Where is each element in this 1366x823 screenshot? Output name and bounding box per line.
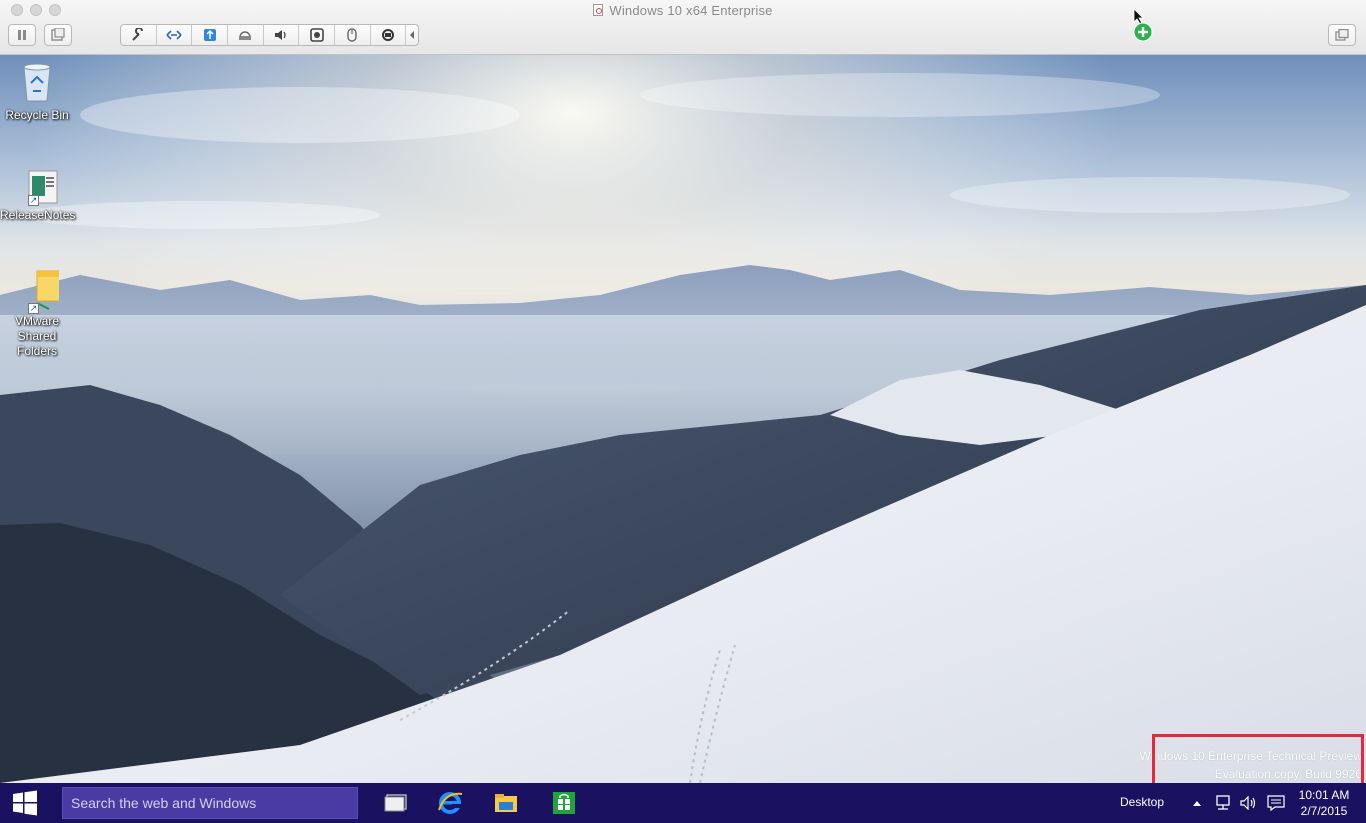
window-title-text: Windows 10 x64 Enterprise bbox=[609, 3, 773, 18]
chevron-up-icon bbox=[1193, 801, 1201, 806]
desktop-icon-release-notes[interactable]: ↗ ReleaseNotes bbox=[0, 169, 76, 223]
notification-icon bbox=[1267, 795, 1285, 811]
task-view-button[interactable] bbox=[372, 783, 420, 823]
highlight-box bbox=[1152, 734, 1364, 783]
shortcut-arrow-icon: ↗ bbox=[28, 195, 39, 206]
show-hidden-icons-button[interactable] bbox=[1188, 783, 1206, 823]
recycle-bin-icon bbox=[23, 63, 51, 102]
search-input[interactable]: Search the web and Windows bbox=[62, 787, 358, 819]
mouse-icon[interactable] bbox=[335, 25, 370, 45]
file-explorer-icon bbox=[495, 794, 517, 812]
suspend-button[interactable] bbox=[8, 24, 36, 46]
collapse-toolbar-icon[interactable] bbox=[406, 25, 418, 45]
guest-desktop[interactable]: Recycle Bin ↗ ReleaseNotes ↗ VMware Shar… bbox=[0, 55, 1366, 783]
vm-device-toolbar bbox=[120, 24, 419, 46]
task-view-icon bbox=[384, 794, 407, 812]
hdd-icon[interactable] bbox=[228, 25, 263, 45]
file-explorer-button[interactable] bbox=[482, 783, 530, 823]
network-tray-button[interactable] bbox=[1212, 783, 1234, 823]
camera-icon[interactable] bbox=[299, 25, 334, 45]
vmware-shared-folders-label: VMware Shared Folders bbox=[14, 314, 59, 358]
store-button[interactable] bbox=[540, 783, 588, 823]
speaker-icon bbox=[1240, 796, 1256, 810]
windows-logo-icon bbox=[13, 790, 37, 816]
desktop-toolbar-label[interactable]: Desktop bbox=[1120, 795, 1164, 809]
speaker-icon[interactable] bbox=[264, 25, 299, 45]
clock-time: 10:01 AM bbox=[1298, 788, 1350, 802]
snapshot-button[interactable] bbox=[44, 24, 72, 46]
network-icon bbox=[1216, 795, 1230, 810]
vm-window-titlebar: Windows 10 x64 Enterprise bbox=[0, 0, 1366, 55]
search-placeholder: Search the web and Windows bbox=[71, 795, 257, 811]
internet-explorer-icon bbox=[438, 792, 463, 814]
release-notes-label: ReleaseNotes bbox=[0, 208, 76, 222]
vm-document-icon bbox=[593, 4, 604, 16]
mouse-cursor-add-icon bbox=[1133, 8, 1153, 42]
clock-date: 2/7/2015 bbox=[1300, 804, 1348, 818]
pause-icon bbox=[18, 30, 26, 40]
window-switch-icon bbox=[1335, 29, 1349, 41]
desktop-icon-recycle-bin[interactable]: Recycle Bin bbox=[0, 61, 74, 123]
shortcut-arrow-icon: ↗ bbox=[28, 303, 39, 314]
internet-explorer-button[interactable] bbox=[426, 783, 474, 823]
snapshot-icon bbox=[51, 28, 65, 41]
clock[interactable]: 10:01 AM 2/7/2015 bbox=[1296, 787, 1352, 819]
start-button[interactable] bbox=[0, 783, 50, 823]
window-title: Windows 10 x64 Enterprise bbox=[0, 3, 1366, 18]
wallpaper-mountains-image bbox=[0, 55, 1366, 783]
wrench-icon[interactable] bbox=[121, 25, 156, 45]
unity-view-button[interactable] bbox=[1328, 24, 1356, 46]
desktop-icon-vmware-shared-folders[interactable]: ↗ VMware Shared Folders bbox=[0, 269, 74, 359]
taskbar: Search the web and Windows Desktop 10:01… bbox=[0, 783, 1366, 823]
action-center-button[interactable] bbox=[1264, 783, 1288, 823]
settings-cycle-icon[interactable] bbox=[370, 25, 405, 45]
usb-icon[interactable] bbox=[192, 25, 227, 45]
volume-tray-button[interactable] bbox=[1238, 783, 1260, 823]
recycle-bin-label: Recycle Bin bbox=[5, 108, 69, 122]
store-icon bbox=[553, 792, 575, 814]
network-icon[interactable] bbox=[157, 25, 192, 45]
